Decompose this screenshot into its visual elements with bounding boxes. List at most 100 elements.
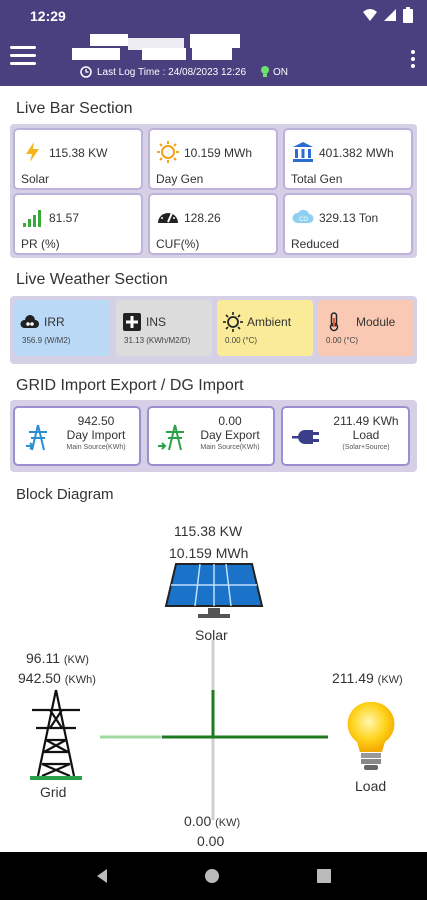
weather-value: 31.13 (KWh/M2/D) <box>124 336 191 345</box>
weather-card-irr[interactable]: IRR 356.9 (W/M2) <box>14 300 110 356</box>
grid-card-day-export[interactable]: 0.00 Day Export Main Source(KWh) <box>147 406 275 466</box>
redacted-title <box>72 34 244 64</box>
grid-panel: 942.50 Day Import Main Source(KWh) 0.00 … <box>10 400 417 472</box>
bolt-icon <box>26 142 39 162</box>
live-bar-panel: 115.38 KW Solar 10.159 MWh Day Gen 401.3… <box>10 124 417 258</box>
app-bar: Last Log Time : 24/08/2023 12:26 ON <box>0 32 427 86</box>
menu-button[interactable] <box>10 46 36 68</box>
live-label: Total Gen <box>291 172 343 186</box>
grid-value: 0.00 <box>218 414 242 428</box>
live-label: PR (%) <box>21 237 60 251</box>
plug-icon <box>292 430 319 444</box>
wifi-icon <box>363 9 377 21</box>
status-text: ON <box>273 66 288 78</box>
live-bar-title: Live Bar Section <box>16 100 133 117</box>
back-icon[interactable] <box>94 868 110 884</box>
cell-signal-icon <box>384 9 396 21</box>
load-power-row: 211.49 (KW) <box>332 670 403 686</box>
live-card-cuf[interactable]: 128.26 CUF(%) <box>148 193 278 255</box>
grid-label: Load <box>352 428 380 442</box>
live-card-day-gen[interactable]: 10.159 MWh Day Gen <box>148 128 278 190</box>
grid-label: Grid <box>40 784 67 800</box>
live-label: Reduced <box>291 237 340 251</box>
live-value: 329.13 Ton <box>319 211 379 225</box>
tower-export-icon <box>158 424 184 451</box>
live-label: Day Gen <box>156 172 204 186</box>
live-value: 10.159 MWh <box>184 146 253 160</box>
status-time: 12:29 <box>30 8 66 24</box>
live-card-pr[interactable]: 81.57 PR (%) <box>13 193 143 255</box>
tower-import-icon <box>26 424 47 451</box>
signal-bars-icon <box>23 210 41 227</box>
dg-power-row: 0.00 (KW) <box>184 813 240 829</box>
grid-sub: Main Source(KWh) <box>66 444 126 451</box>
weather-panel: IRR 356.9 (W/M2) INS 31.13 (KWh/M2/D) Am… <box>10 296 417 364</box>
status-bulb-icon <box>261 66 269 77</box>
live-value: 128.26 <box>184 211 221 225</box>
weather-value: 0.00 (°C) <box>225 336 258 345</box>
grid-energy-row: 942.50 (KWh) <box>18 670 96 686</box>
solar-energy-value: 10.159 MWh <box>169 545 249 561</box>
home-icon[interactable] <box>204 868 220 884</box>
grid-value: 942.50 <box>77 414 115 428</box>
grid-sub: Main Source(KWh) <box>200 444 260 451</box>
live-value: 401.382 MWh <box>319 146 394 160</box>
block-diagram-title: Block Diagram <box>16 486 114 503</box>
live-card-solar[interactable]: 115.38 KW Solar <box>13 128 143 190</box>
power-flow-lines <box>100 640 328 820</box>
grid-power-unit: (KW) <box>63 654 89 666</box>
dg-power-value: 0.00 <box>184 813 212 829</box>
dg-power-unit: (KW) <box>215 817 241 829</box>
grid-card-day-import[interactable]: 942.50 Day Import Main Source(KWh) <box>13 406 141 466</box>
sun-icon <box>157 141 179 163</box>
light-bulb-icon <box>347 701 395 770</box>
cloud-icon <box>20 315 39 328</box>
grid-energy-value: 942.50 <box>18 670 61 686</box>
grid-energy-unit: (KWh) <box>64 674 96 686</box>
solar-panel-icon <box>164 563 264 618</box>
connection-status: ON <box>261 66 288 78</box>
grid-power-value: 96.11 <box>26 650 60 666</box>
last-log-row: Last Log Time : 24/08/2023 12:26 ON <box>80 66 288 78</box>
live-value: 115.38 KW <box>49 146 108 160</box>
grid-label: Day Export <box>200 428 260 442</box>
grid-card-load[interactable]: 211.49 KWh Load (Solar+Source) <box>281 406 410 466</box>
live-label: CUF(%) <box>156 237 200 251</box>
svg-text:CO: CO <box>299 217 308 223</box>
grid-power-row: 96.11 (KW) <box>26 650 89 666</box>
clock-icon <box>80 66 92 78</box>
system-nav-bar <box>0 852 427 900</box>
weather-value: 356.9 (W/M2) <box>22 336 71 345</box>
co2-cloud-icon: CO <box>292 209 314 223</box>
load-power-value: 211.49 <box>332 670 374 686</box>
overflow-menu-button[interactable] <box>409 50 417 70</box>
live-card-reduced[interactable]: CO 329.13 Ton Reduced <box>283 193 413 255</box>
weather-value: 0.00 (°C) <box>326 336 359 345</box>
last-log-time: Last Log Time : 24/08/2023 12:26 <box>97 66 246 78</box>
solar-power-value: 115.38 KW <box>174 523 243 539</box>
dg-energy-value: 0.00 <box>197 833 225 849</box>
grid-label: Day Import <box>66 428 126 442</box>
status-icons <box>363 7 413 23</box>
speedometer-icon <box>158 210 178 223</box>
weather-title-text: INS <box>146 315 167 329</box>
weather-title-text: Ambient <box>247 315 292 329</box>
grid-sub: (Solar+Source) <box>342 444 390 451</box>
grid-title: GRID Import Export / DG Import <box>16 377 244 394</box>
grid-value: 211.49 KWh <box>333 414 399 428</box>
live-value: 81.57 <box>49 211 80 225</box>
weather-card-ins[interactable]: INS 31.13 (KWh/M2/D) <box>116 300 212 356</box>
load-label: Load <box>355 778 387 794</box>
plus-box-icon <box>123 313 141 331</box>
transmission-tower-icon <box>30 689 82 780</box>
battery-icon <box>403 7 413 23</box>
thermometer-icon <box>329 312 339 332</box>
weather-title-text: IRR <box>44 315 65 329</box>
status-bar: 12:29 <box>0 0 427 32</box>
live-card-total-gen[interactable]: 401.382 MWh Total Gen <box>283 128 413 190</box>
weather-card-ambient[interactable]: Ambient 0.00 (°C) <box>217 300 313 356</box>
weather-card-module[interactable]: Module 0.00 (°C) <box>318 300 414 356</box>
recents-icon[interactable] <box>316 868 332 884</box>
live-label: Solar <box>21 172 50 186</box>
sun-outline-icon <box>223 312 243 332</box>
